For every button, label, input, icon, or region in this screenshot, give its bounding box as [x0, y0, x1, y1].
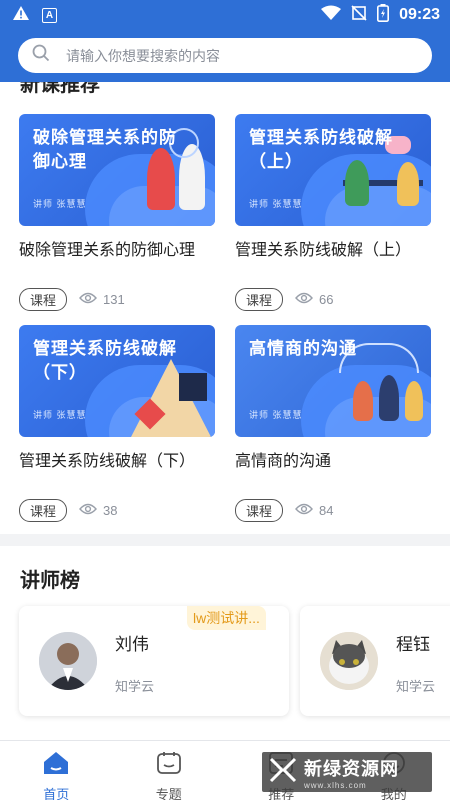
thumbnail-lecturer: 讲师 张慧慧: [33, 410, 87, 420]
eye-icon: [79, 292, 97, 307]
teacher-card[interactable]: 程钰 知学云: [300, 606, 450, 716]
course-card[interactable]: 管理关系防线破解（下） 讲师 张慧慧 管理关系防线破解（下） 课程 38: [19, 325, 215, 522]
nav-label: 专题: [155, 787, 182, 800]
course-type-tag: 课程: [235, 499, 284, 522]
main-content: 新课推荐 破除管理关系的防御心理 讲师 张慧慧 破除管理关系的防御心理 课程 1…: [0, 82, 450, 740]
avatar: [320, 632, 378, 690]
section-title-new-courses: 新课推荐: [20, 82, 100, 96]
thumbnail-title: 管理关系防线破解（上）: [249, 128, 393, 171]
status-time: 09:23: [399, 6, 440, 23]
view-count-value: 84: [319, 503, 334, 518]
course-thumbnail[interactable]: 破除管理关系的防御心理 讲师 张慧慧: [19, 114, 215, 226]
thumbnail-lecturer: 讲师 张慧慧: [249, 199, 303, 209]
course-type-tag: 课程: [235, 288, 284, 311]
status-bar: A 09:23: [0, 0, 450, 30]
view-count: 38: [79, 503, 117, 518]
teacher-name: 程钰: [396, 635, 430, 654]
course-title[interactable]: 破除管理关系的防御心理: [19, 236, 215, 282]
nav-item-home[interactable]: 首页: [0, 741, 113, 800]
battery-icon: [377, 4, 390, 26]
thumbnail-lecturer: 讲师 张慧慧: [249, 410, 303, 420]
app-header: A 09:23 请输入你想要搜索的内容: [0, 0, 450, 82]
course-type-tag: 课程: [19, 288, 68, 311]
view-count: 66: [295, 292, 333, 307]
no-signal-icon: [351, 5, 367, 25]
search-icon: [32, 44, 50, 67]
nav-label: 首页: [43, 787, 70, 800]
view-count-value: 38: [103, 503, 118, 518]
course-card[interactable]: 破除管理关系的防御心理 讲师 张慧慧 破除管理关系的防御心理 课程 131: [19, 114, 215, 311]
site-watermark: 新绿资源网 www.xlhs.com: [262, 752, 432, 792]
eye-icon: [79, 503, 97, 518]
watermark-text: 新绿资源网: [304, 758, 399, 779]
nav-item-topics[interactable]: 专题: [113, 741, 226, 800]
a-icon: A: [42, 7, 57, 23]
section-title-teachers: 讲师榜: [20, 570, 80, 592]
home-icon: [43, 751, 69, 778]
eye-icon: [295, 292, 313, 307]
avatar: [39, 632, 97, 690]
course-title[interactable]: 管理关系防线破解（下）: [19, 447, 215, 493]
thumbnail-lecturer: 讲师 张慧慧: [33, 199, 87, 209]
search-bar[interactable]: 请输入你想要搜索的内容: [18, 38, 432, 73]
thumbnail-title: 破除管理关系的防御心理: [33, 128, 177, 171]
teacher-badge: lw测试讲...: [187, 606, 266, 630]
teacher-ranking-section: 讲师榜 刘伟 知学云 lw测试讲... 程钰 知学云: [0, 546, 450, 740]
course-thumbnail[interactable]: 高情商的沟通 讲师 张慧慧: [235, 325, 431, 437]
course-title[interactable]: 高情商的沟通: [235, 447, 431, 493]
eye-icon: [295, 503, 313, 518]
teacher-org: 知学云: [396, 679, 436, 694]
view-count: 84: [295, 503, 333, 518]
thumbnail-title: 高情商的沟通: [249, 339, 357, 358]
teacher-name: 刘伟: [115, 635, 149, 654]
course-title[interactable]: 管理关系防线破解（上）: [235, 236, 431, 282]
warning-icon: [12, 5, 30, 25]
new-courses-section: 新课推荐 破除管理关系的防御心理 讲师 张慧慧 破除管理关系的防御心理 课程 1…: [0, 82, 450, 534]
thumbnail-title: 管理关系防线破解（下）: [33, 339, 177, 382]
topic-icon: [156, 751, 182, 778]
teacher-card[interactable]: 刘伟 知学云 lw测试讲...: [19, 606, 289, 716]
course-type-tag: 课程: [19, 499, 68, 522]
teacher-org: 知学云: [115, 679, 155, 694]
course-card[interactable]: 管理关系防线破解（上） 讲师 张慧慧 管理关系防线破解（上） 课程 66: [235, 114, 431, 311]
watermark-url: www.xlhs.com: [304, 780, 367, 790]
view-count-value: 131: [103, 292, 125, 307]
course-card[interactable]: 高情商的沟通 讲师 张慧慧 高情商的沟通 课程 84: [235, 325, 431, 522]
wifi-icon: [321, 5, 342, 25]
watermark-logo-icon: [268, 755, 298, 790]
search-input[interactable]: 请输入你想要搜索的内容: [66, 46, 220, 66]
course-thumbnail[interactable]: 管理关系防线破解（上） 讲师 张慧慧: [235, 114, 431, 226]
view-count: 131: [79, 292, 125, 307]
view-count-value: 66: [319, 292, 334, 307]
block-illustration: [179, 373, 207, 401]
course-thumbnail[interactable]: 管理关系防线破解（下） 讲师 张慧慧: [19, 325, 215, 437]
